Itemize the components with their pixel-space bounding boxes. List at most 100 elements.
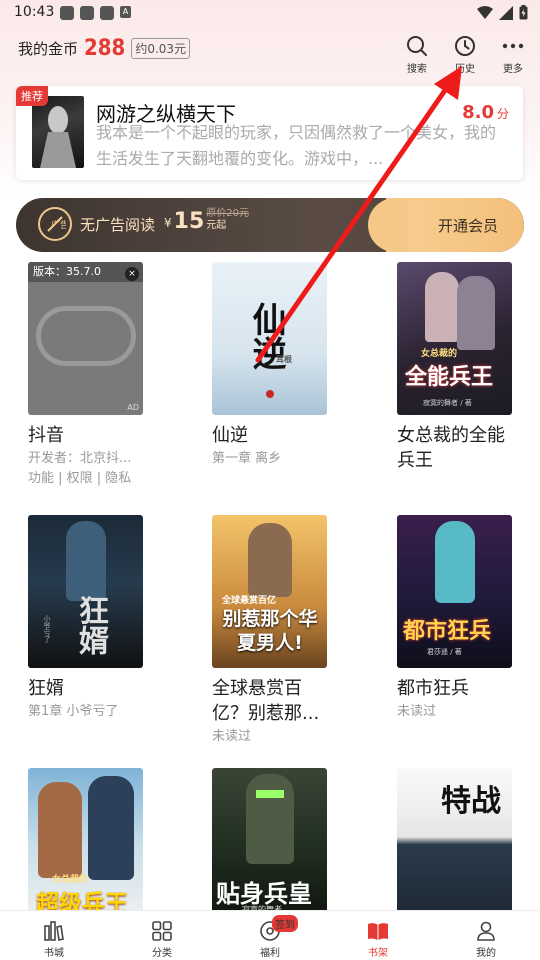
cover-figure bbox=[246, 774, 294, 864]
notification-icons: A bbox=[60, 6, 131, 20]
notification-icon bbox=[60, 6, 74, 20]
more-icon bbox=[502, 43, 524, 49]
ad-cover: 版本：35.7.0 × AD bbox=[28, 262, 143, 415]
recommend-badge: 推荐 bbox=[16, 86, 48, 106]
book-title: 仙逆 bbox=[212, 425, 248, 446]
book-cover: 全球悬赏百亿 别惹那个华夏男人! bbox=[212, 515, 327, 668]
tab-profile[interactable]: 我的 bbox=[432, 911, 540, 960]
cover-author: 寂寞的舞者 / 著 bbox=[423, 399, 472, 407]
tab-bookstore[interactable]: 书城 bbox=[0, 911, 108, 960]
tab-label: 书架 bbox=[368, 948, 388, 959]
book-item[interactable]: 全球悬赏百亿 别惹那个华夏男人! 全球悬赏百亿？别惹那... 未读过 bbox=[212, 515, 332, 746]
bookshelf-icon bbox=[368, 923, 388, 940]
notification-icon: A bbox=[120, 6, 131, 18]
category-icon bbox=[152, 921, 172, 941]
book-title: 都市狂兵 bbox=[397, 678, 469, 699]
ad-tag: AD bbox=[127, 403, 139, 412]
notification-icon bbox=[80, 6, 94, 20]
bottom-tab-bar: 书城 分类 福利 签到 书架 我的 bbox=[0, 910, 540, 960]
coins-yuan-value: 约0.03元 bbox=[131, 38, 191, 59]
cover-figure bbox=[38, 782, 82, 878]
coins-value: 288 bbox=[84, 36, 126, 61]
cover-figure bbox=[425, 272, 459, 342]
cover-figure bbox=[88, 776, 134, 880]
svg-text:广告: 广告 bbox=[51, 219, 66, 231]
book-cover: 仙逆 耳根 bbox=[212, 262, 327, 415]
score-value: 8.0 bbox=[462, 102, 494, 123]
book-cover: 女总裁的 超级兵王 bbox=[28, 768, 143, 921]
cover-title: 特战 bbox=[441, 784, 501, 819]
more-label: 更多 bbox=[503, 64, 523, 75]
tab-label: 书城 bbox=[44, 948, 64, 959]
recommend-score: 8.0 分 bbox=[462, 102, 509, 123]
recommend-book-cover bbox=[32, 96, 84, 168]
tab-category[interactable]: 分类 bbox=[108, 911, 216, 960]
notification-icon bbox=[100, 6, 114, 20]
history-button[interactable]: 历史 bbox=[452, 34, 478, 75]
status-bar: 10:43 A bbox=[0, 0, 540, 26]
book-cover: 都市狂兵 君莎遥 / 著 bbox=[397, 515, 512, 668]
book-item[interactable]: 仙逆 耳根 仙逆 第一章 离乡 bbox=[212, 262, 332, 468]
book-item[interactable]: 贴身兵皇 寂寞的舞者 bbox=[212, 768, 332, 921]
recommend-card[interactable]: 推荐 网游之纵横天下 我本是一个不起眼的玩家，只因偶然救了一个美女，我的生活发生… bbox=[16, 86, 523, 180]
cover-art bbox=[40, 106, 76, 168]
vip-original-price: 原价20元 bbox=[206, 208, 249, 219]
recommend-description: 我本是一个不起眼的玩家，只因偶然救了一个美女，我的生活发生了天翻地覆的变化。游戏… bbox=[96, 123, 496, 168]
book-item[interactable]: 狂婿 小爷亏了 狂婿 第1章 小爷亏了 bbox=[28, 515, 148, 721]
coins-label: 我的金币 bbox=[18, 40, 79, 58]
cover-title: 都市狂兵 bbox=[403, 619, 492, 644]
open-vip-button[interactable]: 开通会员 bbox=[438, 215, 498, 236]
score-unit: 分 bbox=[496, 107, 509, 121]
book-title: 全球悬赏百亿？别惹那... bbox=[212, 678, 320, 724]
cover-seal bbox=[266, 390, 274, 398]
bookstore-icon bbox=[44, 921, 64, 941]
close-ad-icon[interactable]: × bbox=[125, 267, 139, 281]
no-ad-glyph: 广告 bbox=[47, 216, 66, 232]
book-progress: 第一章 离乡 bbox=[212, 451, 282, 466]
search-icon bbox=[407, 36, 427, 56]
book-cover: 女总裁的 全能兵王 寂寞的舞者 / 著 bbox=[397, 262, 512, 415]
app-logo-icon bbox=[36, 306, 136, 366]
tab-welfare[interactable]: 福利 签到 bbox=[216, 911, 324, 960]
cover-goggles bbox=[256, 790, 284, 798]
cover-author: 耳根 bbox=[276, 355, 292, 364]
ad-developer: 开发者：北京抖... bbox=[28, 451, 132, 466]
cover-title: 全能兵王 bbox=[405, 365, 494, 390]
vip-price-unit: 元起 bbox=[206, 220, 227, 231]
battery-icon bbox=[519, 5, 528, 20]
book-item[interactable]: 女总裁的 全能兵王 寂寞的舞者 / 著 女总裁的全能兵王 bbox=[397, 262, 517, 473]
vip-price: ¥ 15 原价20元 元起 bbox=[164, 208, 249, 234]
book-item[interactable]: 特战 bbox=[397, 768, 517, 921]
ad-item[interactable]: 版本：35.7.0 × AD 抖音 开发者：北京抖... 功能 | 权限 | 隐… bbox=[28, 262, 148, 488]
vip-currency: ¥ bbox=[164, 216, 172, 230]
cover-author: 君莎遥 / 著 bbox=[427, 648, 462, 656]
cover-subtitle: 女总裁的 bbox=[421, 349, 458, 359]
book-progress: 第1章 小爷亏了 bbox=[28, 704, 119, 719]
cover-figure bbox=[435, 521, 475, 603]
signal-icon bbox=[499, 5, 513, 20]
tab-label: 分类 bbox=[152, 948, 172, 959]
book-title: 女总裁的全能兵王 bbox=[397, 425, 505, 471]
book-title: 狂婿 bbox=[28, 678, 64, 699]
search-button[interactable]: 搜索 bbox=[404, 34, 430, 75]
book-progress: 未读过 bbox=[397, 704, 437, 719]
tab-label: 福利 bbox=[260, 948, 280, 959]
book-item[interactable]: 女总裁的 超级兵王 bbox=[28, 768, 148, 921]
ad-links[interactable]: 功能 | 权限 | 隐私 bbox=[28, 470, 148, 488]
vip-banner[interactable]: 广告 无广告阅读 ¥ 15 原价20元 元起 开通会员 bbox=[16, 198, 524, 252]
tab-bookshelf[interactable]: 书架 bbox=[324, 911, 432, 960]
book-item[interactable]: 都市狂兵 君莎遥 / 著 都市狂兵 未读过 bbox=[397, 515, 517, 721]
coins-summary[interactable]: 我的金币 288 约0.03元 bbox=[18, 36, 191, 61]
cover-title: 狂婿 bbox=[73, 595, 108, 655]
more-button[interactable]: 更多 bbox=[500, 34, 526, 75]
top-actions: 搜索 历史 更多 bbox=[404, 34, 526, 75]
book-cover: 特战 bbox=[397, 768, 512, 921]
status-time: 10:43 bbox=[14, 4, 55, 20]
cover-figure bbox=[457, 276, 495, 350]
no-ad-icon: 广告 bbox=[38, 207, 72, 241]
cover-title: 别惹那个华夏男人! bbox=[222, 608, 318, 654]
book-title: 抖音 bbox=[28, 425, 64, 446]
book-cover: 贴身兵皇 寂寞的舞者 bbox=[212, 768, 327, 921]
checkin-badge: 签到 bbox=[272, 915, 298, 932]
wifi-icon bbox=[477, 5, 493, 19]
